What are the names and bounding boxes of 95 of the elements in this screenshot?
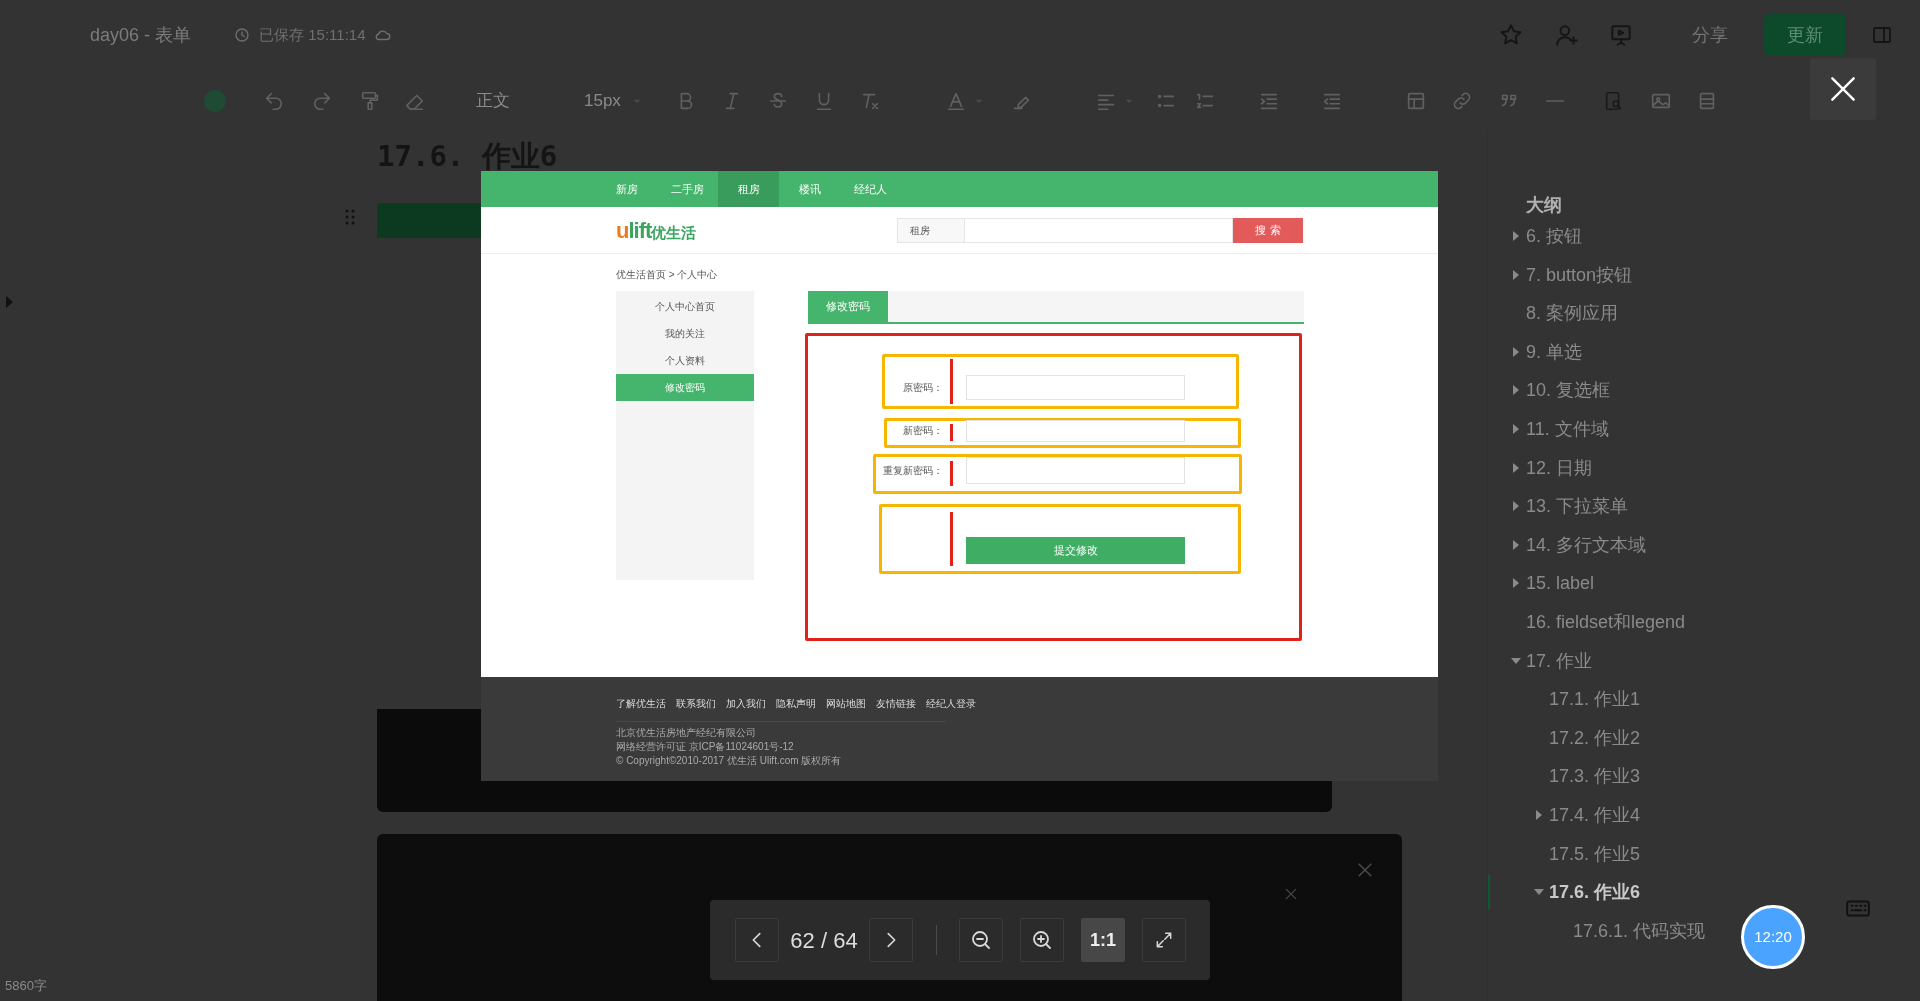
save-status: 已保存 15:11:14 — [259, 24, 366, 45]
marker-line — [950, 359, 953, 404]
redo-icon[interactable] — [311, 90, 333, 112]
sidebar-item[interactable]: 个人中心首页 — [616, 293, 754, 320]
presentation-icon[interactable] — [1608, 22, 1634, 48]
marker-line — [950, 512, 953, 566]
expand-icon — [1154, 930, 1174, 950]
close-icon[interactable] — [1283, 886, 1299, 902]
collapsed-arrow-icon[interactable] — [1536, 809, 1542, 820]
collapsed-arrow-icon[interactable] — [1513, 269, 1519, 280]
marker-line — [950, 461, 953, 486]
clock-icon — [233, 26, 252, 44]
footer-link[interactable]: 联系我们 — [676, 696, 716, 711]
footer-link[interactable]: 隐私声明 — [776, 696, 816, 711]
footer-link[interactable]: 加入我们 — [726, 696, 766, 711]
expand-arrow-icon[interactable] — [6, 296, 13, 308]
outline-item[interactable]: 17. 作业 — [1526, 650, 1593, 671]
nav-tab[interactable]: 经纪人 — [840, 171, 901, 207]
outline-item[interactable]: 17.6.1. 代码实现 — [1573, 920, 1706, 941]
drag-handle-icon[interactable] — [345, 209, 355, 225]
password-field[interactable] — [966, 420, 1185, 442]
add-person-icon[interactable] — [1554, 22, 1580, 48]
footer-text: 网络经营许可证 京ICP备11024601号-12 — [616, 740, 795, 754]
nav-tab[interactable]: 二手房 — [657, 171, 718, 207]
outline-item[interactable]: 17.3. 作业3 — [1549, 766, 1641, 787]
outline-item[interactable]: 17.1. 作业1 — [1549, 689, 1641, 710]
outline-item[interactable]: 13. 下拉菜单 — [1526, 496, 1629, 517]
previous-button[interactable] — [735, 918, 779, 962]
fullscreen-button[interactable] — [1142, 918, 1186, 962]
tab[interactable]: 修改密码 — [808, 291, 888, 322]
collapsed-arrow-icon[interactable] — [1513, 423, 1519, 434]
outline-item[interactable]: 7. button按钮 — [1526, 264, 1633, 285]
outline-item[interactable]: 16. fieldset和legend — [1526, 611, 1686, 632]
footer-link[interactable]: 经纪人登录 — [926, 696, 976, 711]
nav-tab[interactable]: 租房 — [718, 171, 779, 207]
footer-text: © Copyright©2010-2017 优生活 Ulift.com 版权所有 — [616, 754, 843, 768]
document-title: day06 - 表单 — [90, 23, 192, 47]
outline-item[interactable]: 9. 单选 — [1526, 341, 1582, 362]
paragraph-style-dropdown[interactable]: 正文 — [476, 88, 510, 114]
collapsed-arrow-icon[interactable] — [1513, 385, 1519, 396]
password-field[interactable] — [966, 457, 1185, 484]
password-field[interactable] — [966, 375, 1185, 400]
zoom-in-icon — [1030, 928, 1054, 952]
collapsed-arrow-icon[interactable] — [1513, 346, 1519, 357]
zoom-out-button[interactable] — [959, 918, 1003, 962]
outline-item[interactable]: 15. label — [1526, 573, 1595, 594]
zoom-out-icon — [969, 928, 993, 952]
outline-item[interactable]: 12. 日期 — [1526, 457, 1593, 478]
field-label: 原密码： — [903, 382, 943, 394]
nav-tab[interactable]: 新房 — [596, 171, 657, 207]
outline-item[interactable]: 17.6. 作业6 — [1549, 882, 1641, 903]
outline-item[interactable]: 8. 案例应用 — [1526, 303, 1618, 324]
breadcrumb: 优生活首页 > 个人中心 — [615, 268, 719, 282]
search-field[interactable] — [965, 217, 1233, 243]
nav-tab[interactable]: 楼讯 — [779, 171, 840, 207]
collapsed-arrow-icon[interactable] — [1513, 462, 1519, 473]
actual-size-button[interactable]: 1:1 — [1081, 918, 1125, 962]
category-select[interactable]: 租房 — [897, 217, 965, 243]
search-button[interactable]: 搜 索 — [1233, 217, 1303, 243]
field-label: 重复新密码： — [883, 465, 943, 477]
collapsed-arrow-icon[interactable] — [1513, 578, 1519, 589]
footer-link[interactable]: 了解优生活 — [616, 696, 666, 711]
outline-item[interactable]: 11. 文件域 — [1526, 418, 1609, 439]
zoom-in-button[interactable] — [1020, 918, 1064, 962]
collapsed-arrow-icon[interactable] — [1513, 501, 1519, 512]
expanded-arrow-icon[interactable] — [1534, 889, 1544, 896]
collapsed-arrow-icon[interactable] — [1513, 539, 1519, 550]
submit-button[interactable]: 提交修改 — [966, 537, 1185, 564]
outline-title: 大纲 — [1526, 194, 1562, 217]
sidebar-item[interactable]: 我的关注 — [616, 320, 754, 347]
page-counter: 62 / 64 — [789, 926, 859, 955]
share-button[interactable]: 分享 — [1692, 21, 1728, 49]
outline-item[interactable]: 6. 按钮 — [1526, 228, 1582, 246]
outline-item[interactable]: 10. 复选框 — [1526, 380, 1611, 401]
footer-link[interactable]: 网站地图 — [826, 696, 866, 711]
undo-icon[interactable] — [263, 90, 285, 112]
font-size-dropdown[interactable]: 15px — [584, 88, 621, 114]
sidebar-item[interactable]: 个人资料 — [616, 347, 754, 374]
brush-icon[interactable] — [359, 90, 381, 112]
sidebar-item[interactable]: 修改密码 — [616, 374, 754, 401]
word-count: 5860字 — [5, 977, 47, 995]
next-button[interactable] — [869, 918, 913, 962]
update-button[interactable]: 更新 — [1764, 14, 1846, 56]
outline-item[interactable]: 17.5. 作业5 — [1549, 843, 1641, 864]
outline-item[interactable]: 14. 多行文本域 — [1526, 534, 1647, 555]
close-button[interactable] — [1810, 58, 1876, 120]
logo: ulift优生活 — [616, 216, 697, 245]
outline-item[interactable]: 17.4. 作业4 — [1549, 804, 1641, 825]
collapsed-arrow-icon[interactable] — [1513, 231, 1519, 241]
outline-item[interactable]: 17.2. 作业2 — [1549, 727, 1641, 748]
expanded-arrow-icon[interactable] — [1511, 657, 1521, 664]
footer-text: 北京优生活房地产经纪有限公司 — [616, 726, 757, 740]
field-label: 新密码： — [903, 425, 943, 437]
clock-badge[interactable]: 12:20 — [1741, 905, 1805, 969]
footer-link[interactable]: 友情链接 — [876, 696, 916, 711]
